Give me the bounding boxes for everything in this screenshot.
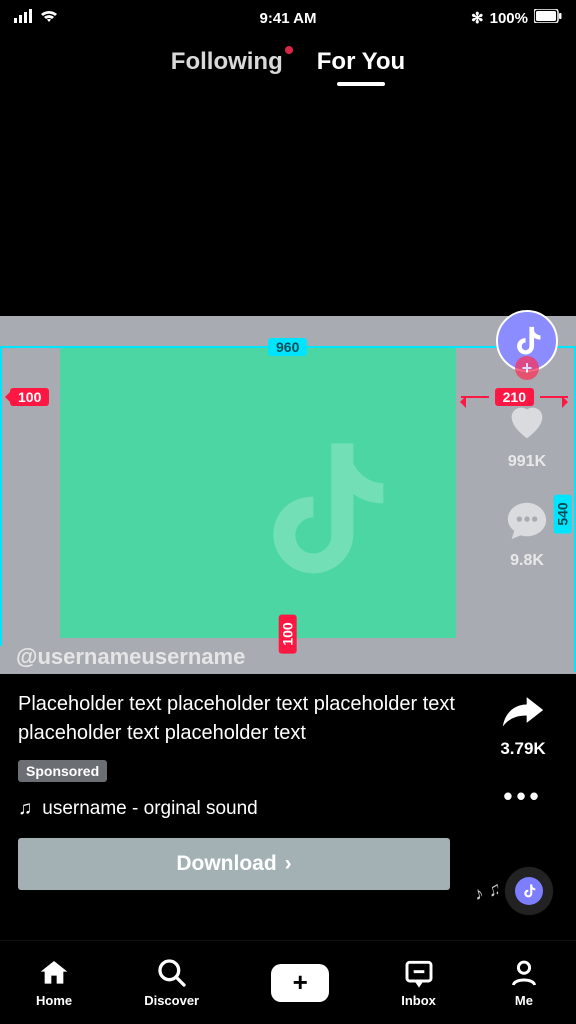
- like-button[interactable]: 991K: [504, 398, 550, 471]
- chevron-right-icon: ›: [285, 852, 292, 876]
- tiktok-watermark-icon: [240, 430, 400, 590]
- author-avatar[interactable]: +: [496, 310, 558, 372]
- dim-arrow: [454, 396, 466, 408]
- nav-create[interactable]: +: [271, 964, 329, 1002]
- dimension-margin-left: 100: [10, 388, 49, 406]
- sound-disc[interactable]: [498, 860, 560, 922]
- post-info: Placeholder text placeholder text placeh…: [0, 676, 576, 890]
- sound-row[interactable]: ♫ username - orginal sound: [18, 798, 468, 820]
- tab-following-label: Following: [171, 48, 283, 75]
- sound-name: username - orginal sound: [42, 798, 257, 820]
- dimension-margin-bottom: 100: [279, 614, 297, 653]
- follow-plus-icon[interactable]: +: [515, 356, 539, 380]
- more-button[interactable]: •••: [503, 781, 542, 812]
- battery-percent: 100%: [490, 10, 528, 27]
- music-note-icon: ♫: [18, 798, 32, 820]
- share-button[interactable]: [501, 690, 545, 735]
- sponsored-badge: Sponsored: [18, 760, 107, 782]
- tab-for-you[interactable]: For You: [317, 48, 405, 76]
- feed-tabs: Following For You: [0, 48, 576, 76]
- author-username[interactable]: @usernameusername: [16, 644, 245, 670]
- disc-center-icon: [515, 877, 543, 905]
- nav-me[interactable]: Me: [508, 957, 540, 1008]
- post-caption: Placeholder text placeholder text placeh…: [18, 690, 468, 748]
- plus-icon: +: [293, 967, 308, 998]
- heart-icon: [504, 398, 550, 449]
- nav-home[interactable]: Home: [36, 957, 72, 1008]
- signal-icon: [14, 9, 34, 27]
- search-icon: [156, 957, 188, 989]
- nav-inbox-label: Inbox: [401, 993, 436, 1008]
- inbox-icon: [403, 957, 435, 989]
- bluetooth-icon: ✻: [471, 9, 484, 27]
- status-bar: 9:41 AM ✻ 100%: [0, 0, 576, 36]
- dimension-width: 960: [268, 338, 307, 356]
- nav-discover[interactable]: Discover: [144, 957, 199, 1008]
- comment-button[interactable]: 9.8K: [504, 497, 550, 570]
- share-count: 3.79K: [500, 739, 545, 759]
- nav-home-label: Home: [36, 993, 72, 1008]
- nav-me-label: Me: [515, 993, 533, 1008]
- nav-discover-label: Discover: [144, 993, 199, 1008]
- cta-button[interactable]: Download ›: [18, 838, 450, 890]
- notification-dot: [285, 46, 293, 54]
- comment-count: 9.8K: [510, 552, 544, 570]
- bottom-nav: Home Discover + Inbox Me: [0, 940, 576, 1024]
- cta-label: Download: [176, 852, 276, 876]
- battery-icon: [534, 9, 562, 27]
- wifi-icon: [40, 9, 58, 27]
- like-count: 991K: [508, 453, 546, 471]
- nav-inbox[interactable]: Inbox: [401, 957, 436, 1008]
- home-icon: [38, 957, 70, 989]
- profile-icon: [508, 957, 540, 989]
- clock: 9:41 AM: [260, 10, 317, 27]
- comment-icon: [504, 497, 550, 548]
- action-rail: + 991K 9.8K: [492, 310, 562, 570]
- dim-arrow: [562, 396, 574, 408]
- tab-for-you-label: For You: [317, 48, 405, 75]
- tab-following[interactable]: Following: [171, 48, 283, 76]
- tiktok-icon: [510, 324, 544, 358]
